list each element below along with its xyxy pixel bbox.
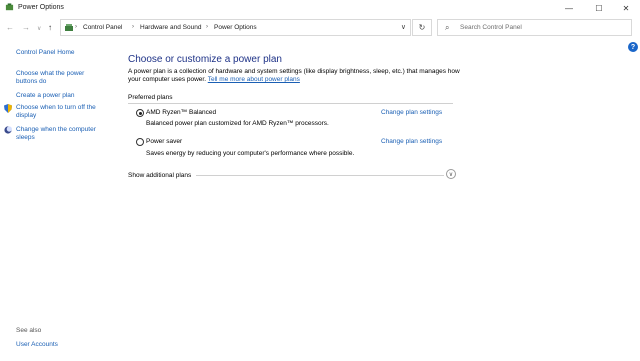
power-saver-plan-radio[interactable] bbox=[136, 138, 144, 146]
left-navigation-pane: Control Panel Home Choose what the power… bbox=[0, 40, 120, 361]
help-button[interactable]: ? bbox=[628, 42, 638, 52]
window-title: Power Options bbox=[18, 4, 64, 11]
balanced-plan-name[interactable]: AMD Ryzen™ Balanced bbox=[146, 109, 216, 116]
page-description: A power plan is a collection of hardware… bbox=[128, 68, 468, 84]
learn-more-link[interactable]: Tell me more about power plans bbox=[208, 76, 300, 83]
shield-icon bbox=[4, 104, 12, 113]
breadcrumb-separator: › bbox=[206, 24, 208, 30]
breadcrumb-control-panel[interactable]: Control Panel bbox=[83, 24, 122, 31]
search-icon: ⌕ bbox=[445, 23, 450, 32]
breadcrumb-separator: › bbox=[132, 24, 134, 30]
sidebar-item-power-buttons[interactable]: Choose what the power buttons do bbox=[16, 70, 106, 86]
power-saver-plan-name[interactable]: Power saver bbox=[146, 138, 182, 145]
moon-icon bbox=[4, 126, 12, 134]
title-bar: Power Options — ☐ ✕ bbox=[0, 0, 640, 16]
address-bar[interactable]: › Control Panel › Hardware and Sound › P… bbox=[60, 19, 411, 36]
balanced-plan-description: Balanced power plan customized for AMD R… bbox=[146, 120, 329, 127]
search-input[interactable] bbox=[460, 21, 628, 34]
power-saver-change-plan-settings-link[interactable]: Change plan settings bbox=[381, 138, 442, 145]
maximize-button[interactable]: ☐ bbox=[585, 0, 613, 16]
see-also-heading: See also bbox=[16, 327, 42, 334]
power-options-app-icon bbox=[5, 3, 14, 11]
balanced-plan-radio[interactable] bbox=[136, 109, 144, 117]
recent-locations-chevron-icon[interactable]: ∨ bbox=[37, 25, 41, 32]
forward-arrow-icon[interactable]: → bbox=[22, 23, 30, 32]
sidebar-item-computer-sleeps[interactable]: Change when the computer sleeps bbox=[16, 126, 111, 142]
refresh-button[interactable]: ↻ bbox=[412, 19, 432, 36]
up-arrow-icon[interactable]: ↑ bbox=[48, 23, 52, 32]
divider bbox=[128, 103, 453, 104]
preferred-plans-label: Preferred plans bbox=[128, 94, 173, 101]
control-panel-icon bbox=[65, 24, 73, 31]
power-saver-plan-description: Saves energy by reducing your computer's… bbox=[146, 150, 355, 157]
control-panel-home-link[interactable]: Control Panel Home bbox=[16, 49, 75, 57]
show-additional-plans-label[interactable]: Show additional plans bbox=[128, 172, 191, 179]
breadcrumb-power-options[interactable]: Power Options bbox=[214, 24, 257, 31]
divider bbox=[196, 175, 444, 176]
search-box[interactable]: ⌕ bbox=[437, 19, 632, 36]
sidebar-item-turn-off-display[interactable]: Choose when to turn off the display bbox=[16, 104, 111, 120]
balanced-change-plan-settings-link[interactable]: Change plan settings bbox=[381, 109, 442, 116]
breadcrumb-separator: › bbox=[75, 24, 77, 30]
address-dropdown-chevron-icon[interactable]: ∨ bbox=[401, 23, 406, 31]
back-arrow-icon[interactable]: ← bbox=[6, 23, 14, 32]
close-button[interactable]: ✕ bbox=[612, 0, 640, 16]
expand-chevron-icon[interactable]: ∨ bbox=[446, 169, 456, 179]
user-accounts-link[interactable]: User Accounts bbox=[16, 341, 58, 349]
breadcrumb-hardware-and-sound[interactable]: Hardware and Sound bbox=[140, 24, 201, 31]
sidebar-item-create-power-plan[interactable]: Create a power plan bbox=[16, 92, 75, 100]
page-title: Choose or customize a power plan bbox=[128, 54, 282, 65]
minimize-button[interactable]: — bbox=[555, 0, 583, 16]
